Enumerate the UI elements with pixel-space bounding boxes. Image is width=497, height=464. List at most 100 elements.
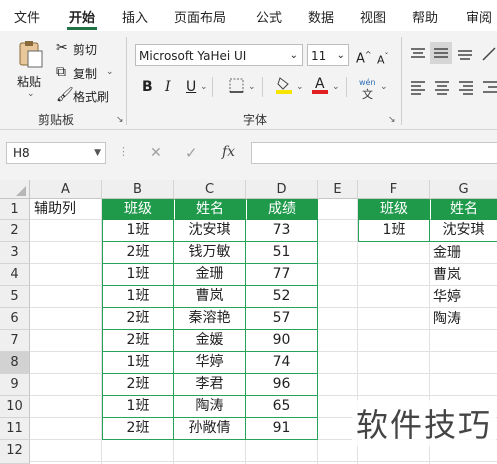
bold-button[interactable]: B <box>142 79 153 95</box>
cell-lookup-name[interactable]: 沈安琪 <box>430 220 497 242</box>
menu-view[interactable]: 视图 <box>360 7 386 26</box>
paste-icon[interactable] <box>18 39 44 69</box>
cell-class[interactable]: 2班 <box>102 330 174 352</box>
row-header[interactable]: 5 <box>0 286 30 308</box>
cell-class[interactable]: 2班 <box>102 374 174 396</box>
align-right-icon[interactable] <box>456 77 476 97</box>
name-box[interactable]: H8 ▼ <box>6 142 106 164</box>
select-all-corner[interactable] <box>0 180 30 199</box>
cell-name[interactable]: 李君 <box>174 374 246 396</box>
cell-score[interactable]: 65 <box>246 396 318 418</box>
chevron-down-icon[interactable]: ⌄ <box>296 82 304 92</box>
cell-lookup-header-class[interactable]: 班级 <box>358 199 430 220</box>
chevron-down-icon[interactable]: ⌄ <box>200 82 208 92</box>
column-header-e[interactable]: E <box>318 180 358 199</box>
cell-header-class[interactable]: 班级 <box>102 199 174 220</box>
cell-lookup-result[interactable]: 曹岚 <box>430 264 497 286</box>
cell-name[interactable]: 沈安琪 <box>174 220 246 242</box>
align-left-icon[interactable] <box>408 77 428 97</box>
row-header[interactable]: 7 <box>0 330 30 352</box>
italic-button[interactable]: I <box>165 79 171 95</box>
paste-dropdown-icon[interactable]: ⌄ <box>27 89 35 99</box>
insert-function-icon[interactable]: fx <box>222 144 235 160</box>
cell-class[interactable]: 1班 <box>102 286 174 308</box>
cell-score[interactable]: 74 <box>246 352 318 374</box>
menu-help[interactable]: 帮助 <box>412 7 438 26</box>
cell-score[interactable]: 96 <box>246 374 318 396</box>
underline-button[interactable]: U <box>186 79 196 95</box>
cell-class[interactable]: 1班 <box>102 352 174 374</box>
cell-class[interactable]: 1班 <box>102 220 174 242</box>
row-header[interactable]: 9 <box>0 374 30 396</box>
formula-input[interactable] <box>251 142 497 164</box>
cell-name[interactable]: 华婷 <box>174 352 246 374</box>
paste-label[interactable]: 粘贴 <box>17 73 41 90</box>
cancel-icon[interactable]: ✕ <box>150 145 162 161</box>
enter-icon[interactable]: ✓ <box>185 144 198 162</box>
font-launcher-icon[interactable]: ↘ <box>388 115 396 125</box>
orientation-icon[interactable] <box>480 44 497 64</box>
chevron-down-icon[interactable]: ⌄ <box>332 82 340 92</box>
cell-a1[interactable]: 辅助列 <box>30 199 102 220</box>
row-header[interactable]: 11 <box>0 418 30 440</box>
clipboard-launcher-icon[interactable]: ↘ <box>116 115 124 125</box>
column-header-b[interactable]: B <box>102 180 174 199</box>
cell-class[interactable]: 1班 <box>102 264 174 286</box>
cell-header-name[interactable]: 姓名 <box>174 199 246 220</box>
align-center-icon[interactable] <box>432 77 452 97</box>
cell-score[interactable]: 77 <box>246 264 318 286</box>
row-header[interactable]: 2 <box>0 220 30 242</box>
chevron-down-icon[interactable]: ⌄ <box>248 82 256 92</box>
cell-lookup-class[interactable]: 1班 <box>358 220 430 242</box>
cell-lookup-result[interactable]: 陶涛 <box>430 308 497 330</box>
copy-dropdown-icon[interactable]: ⌄ <box>106 67 114 77</box>
column-header-g[interactable]: G <box>430 180 497 199</box>
cut-label[interactable]: 剪切 <box>73 41 97 58</box>
cell-lookup-header-name[interactable]: 姓名 <box>430 199 497 220</box>
cell-name[interactable]: 秦溶艳 <box>174 308 246 330</box>
menu-file[interactable]: 文件 <box>14 7 40 26</box>
row-header[interactable]: 10 <box>0 396 30 418</box>
cell-class[interactable]: 2班 <box>102 242 174 264</box>
align-middle-icon[interactable] <box>430 42 452 64</box>
format-painter-label[interactable]: 格式刷 <box>73 88 109 105</box>
cell-score[interactable]: 91 <box>246 418 318 440</box>
row-header[interactable]: 1 <box>0 199 30 220</box>
shrink-font-icon[interactable]: Aˇ <box>377 49 389 69</box>
cell-score[interactable]: 51 <box>246 242 318 264</box>
column-header-d[interactable]: D <box>246 180 318 199</box>
cell-name[interactable]: 陶涛 <box>174 396 246 418</box>
row-header[interactable]: 12 <box>0 440 30 464</box>
row-header[interactable]: 4 <box>0 264 30 286</box>
indent-icon[interactable] <box>480 77 497 97</box>
align-bottom-icon[interactable] <box>455 44 475 64</box>
column-header-a[interactable]: A <box>30 180 102 199</box>
cell-class[interactable]: 2班 <box>102 308 174 330</box>
cell-class[interactable]: 2班 <box>102 418 174 440</box>
align-top-icon[interactable] <box>408 44 428 64</box>
cell-name[interactable]: 金媛 <box>174 330 246 352</box>
cell-class[interactable]: 1班 <box>102 396 174 418</box>
menu-data[interactable]: 数据 <box>308 7 334 26</box>
border-icon[interactable] <box>229 78 244 97</box>
chevron-down-icon[interactable]: ⌄ <box>380 82 388 92</box>
menu-home[interactable]: 开始 <box>69 7 95 26</box>
cell-name[interactable]: 曹岚 <box>174 286 246 308</box>
menu-review[interactable]: 审阅 <box>466 7 492 26</box>
cell-lookup-result[interactable]: 金珊 <box>430 242 497 264</box>
cell-name[interactable]: 钱万敏 <box>174 242 246 264</box>
menu-insert[interactable]: 插入 <box>122 7 148 26</box>
cell-score[interactable]: 57 <box>246 308 318 330</box>
cell-name[interactable]: 金珊 <box>174 264 246 286</box>
column-header-c[interactable]: C <box>174 180 246 199</box>
font-color-icon[interactable]: A <box>312 75 328 99</box>
cell-lookup-result[interactable]: 华婷 <box>430 286 497 308</box>
row-header-selected[interactable]: 8 <box>0 352 30 374</box>
font-name-box[interactable]: Microsoft YaHei UI ⌄ <box>135 44 303 66</box>
cell-score[interactable]: 73 <box>246 220 318 242</box>
cell-header-score[interactable]: 成绩 <box>246 199 318 220</box>
cell-name[interactable]: 孙敞倩 <box>174 418 246 440</box>
column-header-f[interactable]: F <box>358 180 430 199</box>
row-header[interactable]: 6 <box>0 308 30 330</box>
copy-label[interactable]: 复制 <box>73 65 97 82</box>
